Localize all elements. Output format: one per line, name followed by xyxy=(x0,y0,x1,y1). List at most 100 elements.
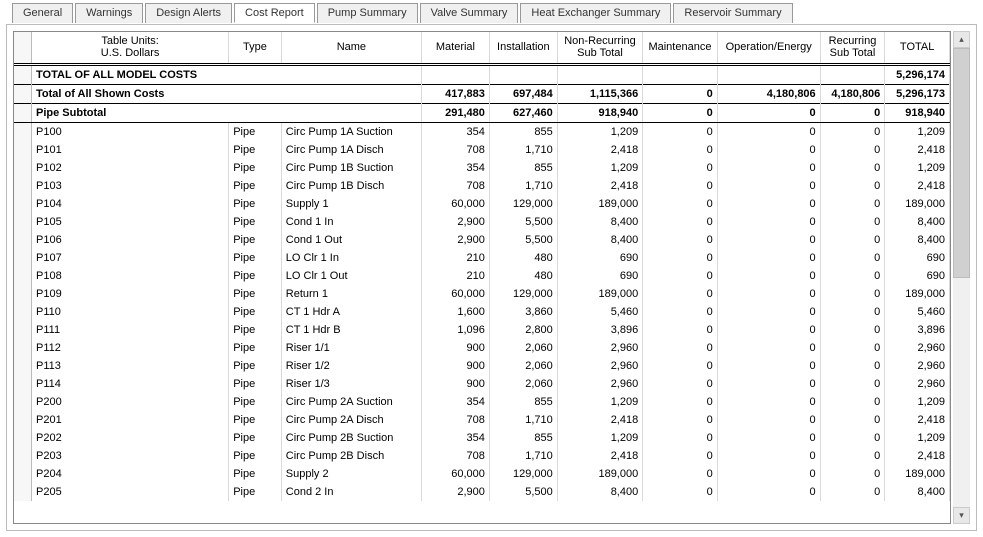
cell-id: P205 xyxy=(32,483,229,501)
row-pipe-subtotal[interactable]: Pipe Subtotal 291,480 627,460 918,940 0 … xyxy=(14,103,950,122)
row-header[interactable] xyxy=(14,141,32,159)
cell-type: Pipe xyxy=(229,411,282,429)
cell-label: Pipe Subtotal xyxy=(32,103,422,122)
table-row[interactable]: P112PipeRiser 1/19002,0602,9600002,960 xyxy=(14,339,950,357)
tab-heat-exchanger-summary[interactable]: Heat Exchanger Summary xyxy=(520,3,671,23)
row-header[interactable] xyxy=(14,447,32,465)
row-header[interactable] xyxy=(14,249,32,267)
cell-maintenance: 0 xyxy=(643,195,717,213)
row-header[interactable] xyxy=(14,339,32,357)
cell-material: 2,900 xyxy=(421,483,489,501)
header-type[interactable]: Type xyxy=(229,32,282,64)
table-row[interactable]: P107PipeLO Clr 1 In210480690000690 xyxy=(14,249,950,267)
scroll-track[interactable] xyxy=(953,48,970,507)
cell-r-subtotal: 0 xyxy=(820,303,885,321)
table-row[interactable]: P108PipeLO Clr 1 Out210480690000690 xyxy=(14,267,950,285)
table-row[interactable]: P203PipeCirc Pump 2B Disch7081,7102,4180… xyxy=(14,447,950,465)
cell-maintenance: 0 xyxy=(643,213,717,231)
cell-op-energy: 0 xyxy=(717,393,820,411)
table-row[interactable]: P200PipeCirc Pump 2A Suction3548551,2090… xyxy=(14,393,950,411)
cell-op-energy: 0 xyxy=(717,483,820,501)
row-model-total[interactable]: TOTAL OF ALL MODEL COSTS 5,296,174 xyxy=(14,64,950,84)
cell-name: Riser 1/3 xyxy=(281,375,421,393)
table-row[interactable]: P104PipeSupply 160,000129,000189,0000001… xyxy=(14,195,950,213)
table-row[interactable]: P100PipeCirc Pump 1A Suction3548551,2090… xyxy=(14,122,950,141)
table-row[interactable]: P101PipeCirc Pump 1A Disch7081,7102,4180… xyxy=(14,141,950,159)
cell-type: Pipe xyxy=(229,483,282,501)
tab-cost-report[interactable]: Cost Report xyxy=(234,3,315,23)
cell-nr-subtotal: 8,400 xyxy=(557,483,642,501)
cell-op-energy: 0 xyxy=(717,447,820,465)
cell-total: 2,960 xyxy=(885,375,950,393)
cell-material: 708 xyxy=(421,141,489,159)
table-row[interactable]: P102PipeCirc Pump 1B Suction3548551,2090… xyxy=(14,159,950,177)
scroll-thumb[interactable] xyxy=(953,48,970,278)
header-material[interactable]: Material xyxy=(421,32,489,64)
table-row[interactable]: P113PipeRiser 1/29002,0602,9600002,960 xyxy=(14,357,950,375)
header-installation[interactable]: Installation xyxy=(489,32,557,64)
grid: Table Units: U.S. Dollars Type Name Mate… xyxy=(13,31,951,524)
table-row[interactable]: P201PipeCirc Pump 2A Disch7081,7102,4180… xyxy=(14,411,950,429)
row-header[interactable] xyxy=(14,122,32,141)
tab-valve-summary[interactable]: Valve Summary xyxy=(420,3,519,23)
tab-reservoir-summary[interactable]: Reservoir Summary xyxy=(673,3,792,23)
row-header[interactable] xyxy=(14,285,32,303)
table-row[interactable]: P204PipeSupply 260,000129,000189,0000001… xyxy=(14,465,950,483)
header-units[interactable]: Table Units: U.S. Dollars xyxy=(32,32,229,64)
table-row[interactable]: P106PipeCond 1 Out2,9005,5008,4000008,40… xyxy=(14,231,950,249)
cell-maintenance: 0 xyxy=(643,339,717,357)
cell-type: Pipe xyxy=(229,285,282,303)
cell-op-energy: 0 xyxy=(717,267,820,285)
cell-r-subtotal: 0 xyxy=(820,411,885,429)
header-nr-subtotal[interactable]: Non-Recurring Sub Total xyxy=(557,32,642,64)
header-total[interactable]: TOTAL xyxy=(885,32,950,64)
header-maintenance[interactable]: Maintenance xyxy=(643,32,717,64)
row-header[interactable] xyxy=(14,231,32,249)
table-row[interactable]: P111PipeCT 1 Hdr B1,0962,8003,8960003,89… xyxy=(14,321,950,339)
row-header[interactable] xyxy=(14,267,32,285)
cell-maintenance: 0 xyxy=(643,483,717,501)
tab-pump-summary[interactable]: Pump Summary xyxy=(317,3,418,23)
row-header[interactable] xyxy=(14,429,32,447)
cost-table: Table Units: U.S. Dollars Type Name Mate… xyxy=(14,32,950,501)
table-row[interactable]: P114PipeRiser 1/39002,0602,9600002,960 xyxy=(14,375,950,393)
row-header[interactable] xyxy=(14,195,32,213)
row-shown-total[interactable]: Total of All Shown Costs 417,883 697,484… xyxy=(14,84,950,103)
header-name[interactable]: Name xyxy=(281,32,421,64)
cell-name: Riser 1/2 xyxy=(281,357,421,375)
cell-type: Pipe xyxy=(229,267,282,285)
cell-name: Supply 1 xyxy=(281,195,421,213)
header-r-subtotal[interactable]: Recurring Sub Total xyxy=(820,32,885,64)
scroll-down-button[interactable]: ▾ xyxy=(953,507,970,524)
header-op-energy[interactable]: Operation/Energy xyxy=(717,32,820,64)
table-row[interactable]: P110PipeCT 1 Hdr A1,6003,8605,4600005,46… xyxy=(14,303,950,321)
row-header[interactable] xyxy=(14,393,32,411)
cell-total: 1,209 xyxy=(885,159,950,177)
table-row[interactable]: P205PipeCond 2 In2,9005,5008,4000008,400 xyxy=(14,483,950,501)
row-header[interactable] xyxy=(14,321,32,339)
table-row[interactable]: P103PipeCirc Pump 1B Disch7081,7102,4180… xyxy=(14,177,950,195)
row-header[interactable] xyxy=(14,411,32,429)
scroll-up-button[interactable]: ▴ xyxy=(953,31,970,48)
row-header[interactable] xyxy=(14,213,32,231)
row-header[interactable] xyxy=(14,177,32,195)
cell-id: P203 xyxy=(32,447,229,465)
row-header[interactable] xyxy=(14,303,32,321)
cell-id: P111 xyxy=(32,321,229,339)
cell-material: 900 xyxy=(421,339,489,357)
row-header[interactable] xyxy=(14,483,32,501)
row-header[interactable] xyxy=(14,159,32,177)
cell-r-subtotal: 0 xyxy=(820,285,885,303)
table-row[interactable]: P105PipeCond 1 In2,9005,5008,4000008,400 xyxy=(14,213,950,231)
tab-design-alerts[interactable]: Design Alerts xyxy=(145,3,232,23)
table-row[interactable]: P202PipeCirc Pump 2B Suction3548551,2090… xyxy=(14,429,950,447)
cell-total: 3,896 xyxy=(885,321,950,339)
row-header[interactable] xyxy=(14,357,32,375)
vertical-scrollbar[interactable]: ▴ ▾ xyxy=(953,31,970,524)
row-header[interactable] xyxy=(14,375,32,393)
row-header[interactable] xyxy=(14,465,32,483)
tab-general[interactable]: General xyxy=(12,3,73,23)
tab-warnings[interactable]: Warnings xyxy=(75,3,143,23)
table-row[interactable]: P109PipeReturn 160,000129,000189,0000001… xyxy=(14,285,950,303)
cell-r-subtotal: 0 xyxy=(820,357,885,375)
